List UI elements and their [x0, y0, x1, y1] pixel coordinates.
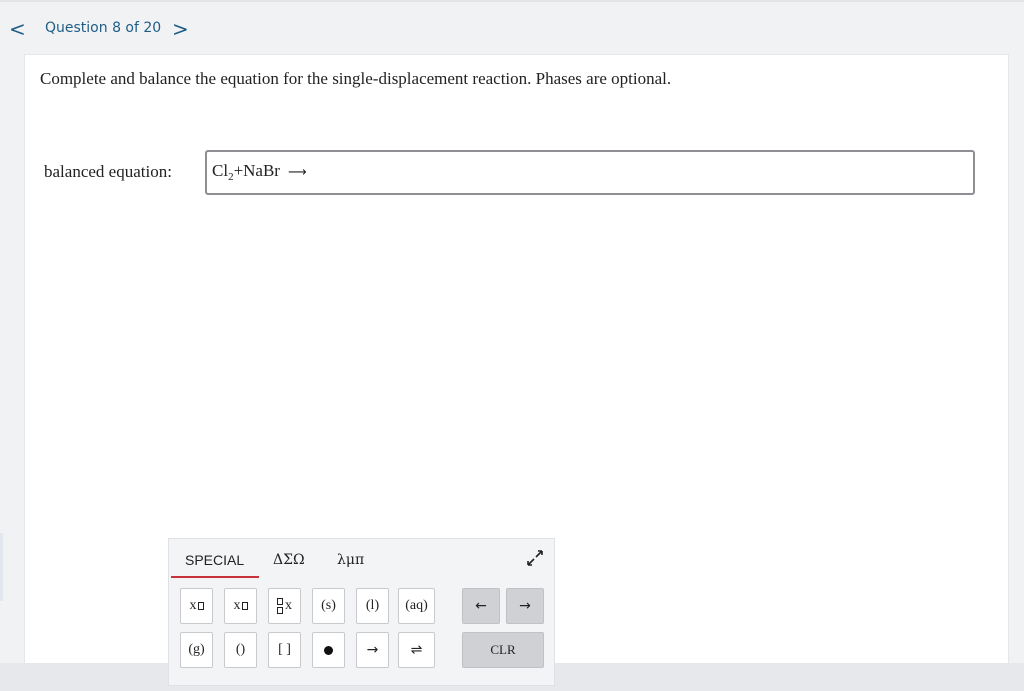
equilibrium-arrow-button[interactable]: ⇌: [398, 632, 435, 668]
dot-icon: [324, 645, 333, 655]
aqueous-phase-button[interactable]: (aq): [398, 588, 435, 624]
left-edge-marker: [0, 533, 3, 601]
clear-button[interactable]: CLR: [462, 632, 544, 668]
subscript-x-label: x: [233, 598, 241, 613]
superscript-button[interactable]: x: [180, 588, 213, 624]
answer-label: balanced equation:: [44, 162, 172, 181]
question-counter: Question 8 of 20: [45, 20, 162, 36]
tab-special[interactable]: SPECIAL: [185, 552, 244, 568]
brackets-button[interactable]: [ ]: [268, 632, 301, 668]
chevron-left-icon[interactable]: <: [9, 16, 26, 42]
reaction-arrow-button[interactable]: →: [356, 632, 389, 668]
solid-phase-button[interactable]: (s): [312, 588, 345, 624]
reaction-arrow: ⟶: [287, 165, 307, 180]
superscript-x-label: x: [189, 598, 197, 613]
liquid-phase-button[interactable]: (l): [356, 588, 389, 624]
tab-greek-lower[interactable]: λμπ: [337, 552, 364, 568]
collapse-arrows-icon[interactable]: [526, 549, 544, 567]
stacked-x-label: x: [285, 598, 292, 613]
parentheses-button[interactable]: (): [224, 632, 257, 668]
reactant-nabr: +NaBr: [233, 161, 280, 180]
box-icon: [241, 602, 248, 610]
subscript-button[interactable]: x: [224, 588, 257, 624]
cursor-left-button[interactable]: ←: [462, 588, 500, 624]
stacked-script-button[interactable]: x: [268, 588, 301, 624]
dot-button[interactable]: [312, 632, 345, 668]
top-divider: [0, 0, 1024, 2]
gas-phase-button[interactable]: (g): [180, 632, 213, 668]
chevron-right-icon[interactable]: >: [172, 16, 189, 42]
tab-greek-upper[interactable]: ΔΣΩ: [273, 552, 305, 568]
cursor-right-button[interactable]: →: [506, 588, 544, 624]
question-prompt: Complete and balance the equation for th…: [40, 69, 672, 88]
active-tab-indicator: [171, 576, 259, 578]
reactant-cl: Cl: [212, 161, 229, 180]
palette-tabs: SPECIAL ΔΣΩ λμπ: [169, 539, 554, 579]
answer-input[interactable]: Cl2+NaBr ⟶: [205, 150, 975, 195]
stacked-box-icon: [277, 597, 283, 615]
box-icon: [197, 602, 204, 610]
equation-palette: SPECIAL ΔΣΩ λμπ x x x (s) (l) (aq) ← → (…: [168, 538, 555, 686]
answer-value: Cl2+NaBr ⟶: [212, 161, 307, 183]
question-navigation: < Question 8 of 20 >: [0, 14, 1024, 44]
